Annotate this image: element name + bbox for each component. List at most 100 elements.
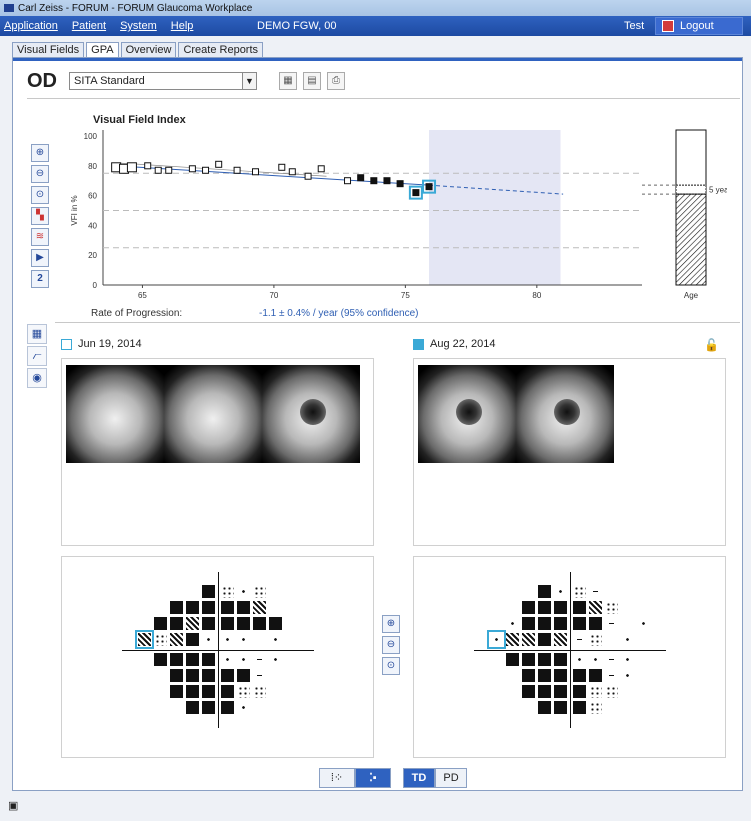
data-point [278,163,286,171]
strategy-value: SITA Standard [74,75,145,87]
field-point [186,685,199,698]
field-point [589,669,602,682]
logout-label: Logout [680,20,714,32]
horizontal-axis [122,650,314,651]
y-tick-label: 40 [88,221,97,230]
symbol-view-button[interactable]: ⁚▪ [355,768,391,788]
chevron-down-icon: ▼ [242,73,256,89]
x-tick-label: 75 [401,291,410,300]
field-point [554,601,567,614]
field-point [253,685,266,698]
field-point [538,669,551,682]
data-point [383,177,391,185]
field-point [589,585,602,598]
report-icon[interactable]: ▤ [303,72,321,90]
grayscale-view-button[interactable]: ⁞⁘ [319,768,355,788]
baseline-eye-images [61,358,374,546]
field-point [573,685,586,698]
age-bar-projection [675,184,707,195]
zoom-in-icon[interactable]: ⊕ [382,615,400,633]
field-point [253,617,266,630]
menu-help[interactable]: Help [171,20,194,32]
data-point [288,168,296,176]
grid-view-icon[interactable]: ▦ [27,324,47,344]
field-point [202,669,215,682]
field-point [554,585,567,598]
data-point [412,189,420,197]
field-point [573,617,586,630]
field-point [221,701,234,714]
play-icon[interactable]: ▶ [31,249,49,267]
bar-label: 5 years [709,186,727,195]
eye-view-icon[interactable]: ◉ [27,368,47,388]
logout-icon [662,20,674,32]
baseline-icon[interactable]: ≋ [31,228,49,246]
field-point [221,669,234,682]
eye-image [516,365,614,463]
data-point [144,162,152,170]
menu-patient[interactable]: Patient [72,20,106,32]
field-point [522,617,535,630]
table-view-icon[interactable]: ▦ [279,72,297,90]
field-point [170,617,183,630]
field-point [573,653,586,666]
print-icon[interactable]: ⎙ [327,72,345,90]
field-point [170,685,183,698]
baseline-field-plot [61,556,374,758]
field-point [621,633,634,646]
display-toggle-bar: ⁞⁘ ⁚▪ TD PD [319,768,467,788]
y-tick-label: 20 [88,251,97,260]
eye-image [164,365,262,463]
zoom-fit-icon[interactable]: ⊙ [31,186,49,204]
tab-gpa[interactable]: GPA [86,42,119,58]
field-point [170,653,183,666]
field-point [554,633,567,646]
page-two-button[interactable]: 2 [31,270,49,288]
field-point [506,653,519,666]
current-eye-images [413,358,726,546]
current-date-label: Aug 22, 2014 [430,338,496,350]
zoom-in-icon[interactable]: ⊕ [31,144,49,162]
trend-view-icon[interactable]: ⦧ [27,346,47,366]
logout-button[interactable]: Logout [655,17,743,35]
menu-application[interactable]: Application [4,20,58,32]
field-point [538,617,551,630]
field-point [538,653,551,666]
data-point [317,165,325,173]
menu-system[interactable]: System [120,20,157,32]
baseline-marker-icon [61,338,72,350]
field-point [487,630,506,649]
field-point [269,617,282,630]
zoom-out-icon[interactable]: ⊖ [31,165,49,183]
field-point [522,669,535,682]
field-point [237,601,250,614]
field-point [538,701,551,714]
age-label: Age [684,291,699,300]
pd-button[interactable]: PD [435,768,467,788]
data-point [126,162,137,173]
strategy-select[interactable]: SITA Standard ▼ [69,72,257,90]
td-button[interactable]: TD [403,768,435,788]
current-marker-icon [413,338,424,350]
lock-icon[interactable]: 🔓 [704,338,719,352]
current-field-plot [413,556,726,758]
trend-line [116,165,430,186]
zeiss-logo-icon [4,4,14,12]
field-point [573,633,586,646]
field-point [522,685,535,698]
data-point [188,165,196,173]
tab-create-reports[interactable]: Create Reports [178,42,264,58]
x-tick-label: 65 [138,291,147,300]
tab-overview[interactable]: Overview [120,42,177,58]
zoom-out-icon[interactable]: ⊖ [382,636,400,654]
field-point [202,685,215,698]
baseline-date: Jun 19, 2014 [61,338,142,350]
field-point [202,601,215,614]
exclude-points-icon[interactable]: ▚ [31,207,49,225]
tab-visual-fields[interactable]: Visual Fields [12,42,85,58]
zoom-fit-icon[interactable]: ⊙ [382,657,400,675]
field-point [554,669,567,682]
field-point [554,653,567,666]
chart-tools: ⊕ ⊖ ⊙ ▚ ≋ ▶ 2 [31,144,49,291]
field-point [554,617,567,630]
